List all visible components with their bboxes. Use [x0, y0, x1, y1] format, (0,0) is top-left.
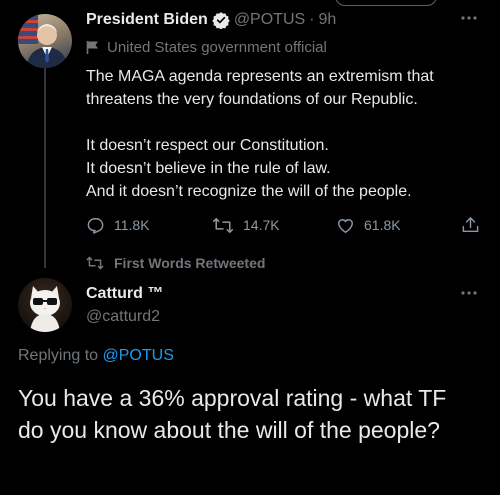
flag-icon — [86, 40, 100, 55]
heart-icon — [338, 218, 353, 233]
avatar[interactable] — [18, 278, 72, 332]
cat-avatar-image — [30, 286, 60, 332]
author-handle[interactable]: @catturd2 — [86, 308, 160, 326]
verified-badge-icon — [212, 11, 230, 29]
share-icon — [462, 217, 479, 233]
like-button[interactable]: 61.8K — [336, 214, 401, 236]
retweet-count: 14.7K — [243, 217, 280, 233]
retweeted-icon — [86, 255, 104, 271]
author-name[interactable]: Catturd ™ — [86, 285, 163, 302]
reply-count: 11.8K — [114, 217, 150, 233]
thread-line — [44, 68, 46, 268]
reply-tweet-text: You have a 36% approval rating - what TF… — [18, 385, 447, 443]
tweet-text: The MAGA agenda represents an extremism … — [86, 68, 434, 200]
retweet-button[interactable]: 14.7K — [212, 214, 280, 236]
previous-tweet-button-edge — [335, 0, 437, 6]
author-handle[interactable]: @POTUS — [234, 11, 305, 29]
reply-icon — [87, 217, 104, 234]
tweet-time[interactable]: 9h — [319, 11, 337, 29]
retweet-icon — [212, 217, 234, 233]
replying-to-handle-link[interactable]: @POTUS — [103, 347, 174, 364]
biden-avatar-image — [18, 14, 68, 68]
author-name[interactable]: President Biden — [86, 11, 208, 29]
more-options-icon[interactable] — [460, 10, 478, 28]
more-options-icon[interactable] — [460, 285, 478, 303]
like-count: 61.8K — [364, 217, 401, 233]
share-button[interactable] — [461, 214, 489, 236]
reply-button[interactable]: 11.8K — [86, 214, 150, 236]
handle-time-separator: · — [309, 11, 315, 28]
government-label: United States government official — [107, 39, 327, 56]
retweeted-by-label[interactable]: First Words Retweeted — [114, 255, 265, 271]
replying-to-line: Replying to @POTUS — [18, 347, 174, 365]
avatar[interactable] — [18, 14, 72, 68]
replying-to-label: Replying to — [18, 347, 99, 364]
